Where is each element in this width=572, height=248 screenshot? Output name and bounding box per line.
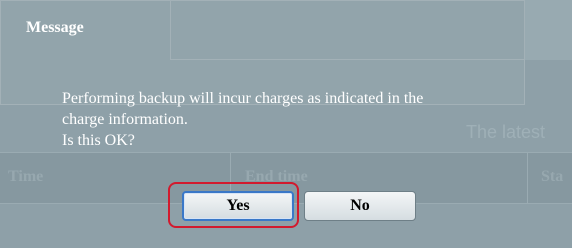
yes-button[interactable]: Yes: [182, 191, 294, 221]
dialog-message: Performing backup will incur charges as …: [62, 88, 423, 151]
dialog-message-line: Is this OK?: [62, 132, 135, 149]
background-right-panel: [524, 0, 572, 60]
background-latest-text: The latest: [466, 122, 546, 142]
dialog-message-line: charge information.: [62, 111, 188, 128]
background-column-end-time: End time: [245, 168, 308, 185]
dialog-message-line: Performing backup will incur charges as …: [62, 90, 424, 107]
background-column-partial: Sta: [541, 168, 564, 185]
no-button[interactable]: No: [304, 191, 416, 221]
background-column-divider: [527, 152, 528, 204]
background-inner-panel: [170, 0, 525, 60]
background-column-time: Time: [8, 168, 44, 185]
dialog-title: Message: [26, 19, 84, 36]
